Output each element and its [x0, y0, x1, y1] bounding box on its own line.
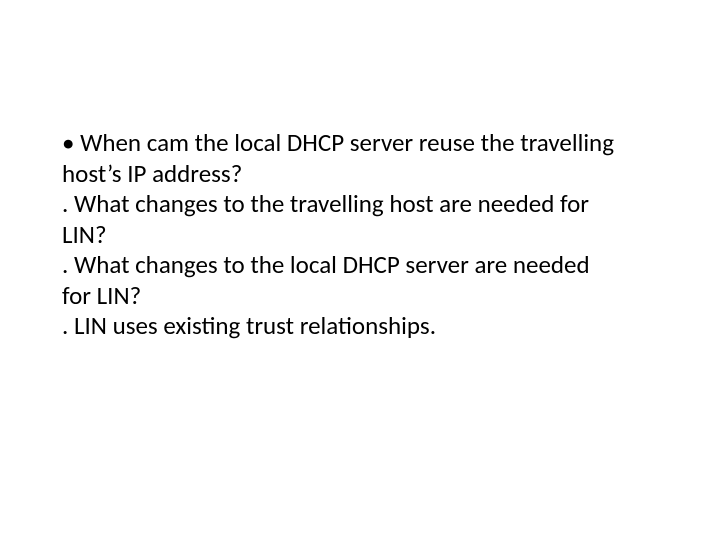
- bullet-marker: .: [62, 249, 74, 280]
- bullet-marker: •: [62, 127, 80, 158]
- bullet-item: . What changes to the travelling host ar…: [62, 189, 622, 250]
- slide: • When cam the local DHCP server reuse t…: [0, 0, 720, 540]
- bullet-text: When cam the local DHCP server reuse the…: [62, 127, 614, 189]
- bullet-text: What changes to the travelling host are …: [62, 188, 589, 250]
- bullet-item: . LIN uses existing trust relationships.: [62, 311, 622, 342]
- slide-body: • When cam the local DHCP server reuse t…: [62, 128, 622, 342]
- bullet-text: What changes to the local DHCP server ar…: [62, 249, 590, 311]
- bullet-text: LIN uses existing trust relationships.: [74, 310, 436, 341]
- bullet-marker: .: [62, 310, 74, 341]
- bullet-item: • When cam the local DHCP server reuse t…: [62, 128, 622, 189]
- bullet-marker: .: [62, 188, 74, 219]
- bullet-item: . What changes to the local DHCP server …: [62, 250, 622, 311]
